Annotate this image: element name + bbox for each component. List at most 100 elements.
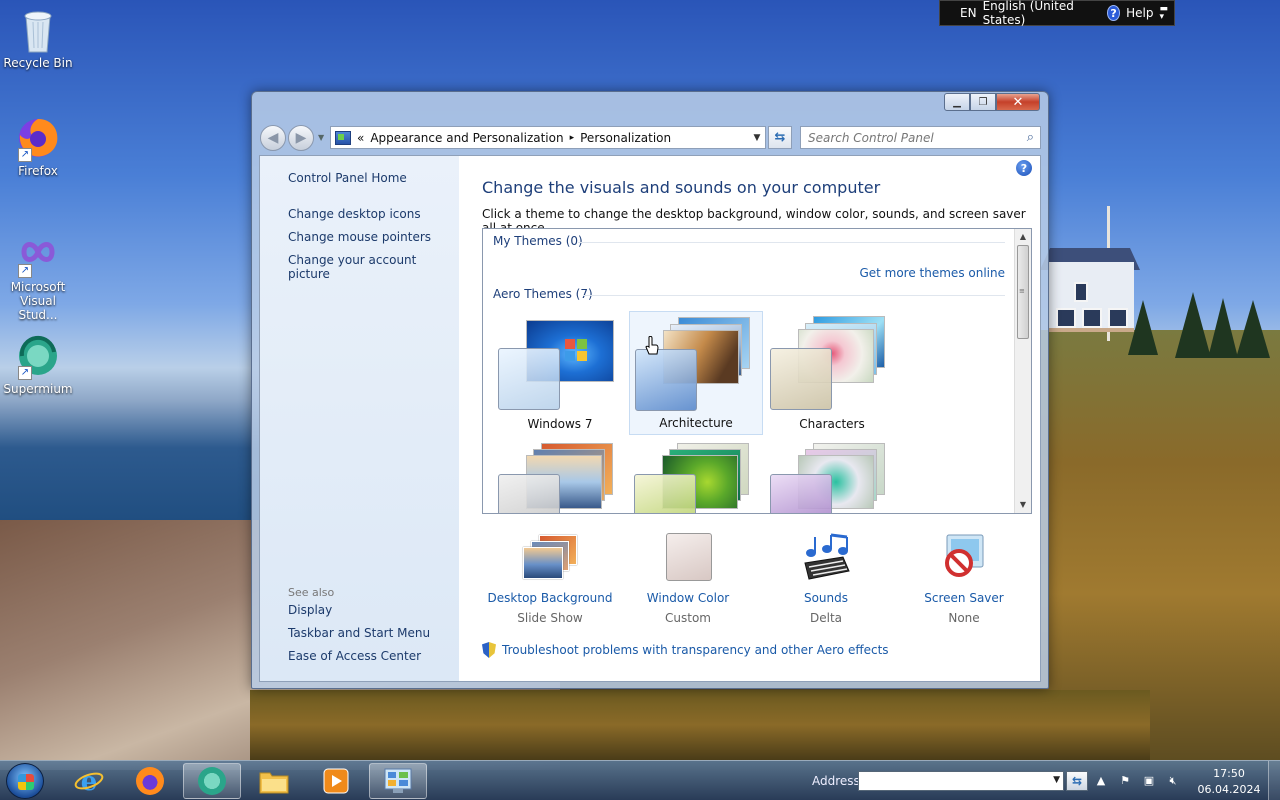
help-icon[interactable]: ? — [1016, 160, 1032, 176]
change-mouse-pointers-link[interactable]: Change mouse pointers — [288, 230, 431, 244]
recent-pages-dropdown[interactable]: ▼ — [318, 133, 324, 142]
theme-row2-item[interactable] — [629, 439, 763, 513]
themes-scrollbar[interactable]: ▲ ≡ ▼ — [1014, 229, 1031, 513]
desktop-icon-supermium[interactable]: ↗ Supermium — [0, 334, 76, 396]
taskbar-explorer[interactable] — [245, 763, 303, 799]
setting-title[interactable]: Screen Saver — [894, 591, 1034, 605]
breadcrumb-overflow[interactable]: « — [357, 131, 364, 145]
search-placeholder: Search Control Panel — [808, 130, 934, 145]
show-desktop-button[interactable] — [1268, 761, 1280, 800]
language-name[interactable]: English (United States) — [983, 0, 1093, 27]
desktop-wallpaper-tree — [1236, 300, 1270, 358]
language-bar-options-icon[interactable]: ▬ ▾ — [1159, 5, 1168, 22]
taskbar-address-go-button[interactable]: ⇆ — [1066, 771, 1088, 791]
desktop-wallpaper-grass — [250, 690, 1150, 760]
scroll-up-icon[interactable]: ▲ — [1015, 229, 1031, 245]
theme-color-preview — [770, 348, 832, 410]
theme-color-preview — [634, 474, 696, 513]
clock-time: 17:50 — [1213, 767, 1245, 780]
shortcut-arrow-icon: ↗ — [18, 148, 32, 162]
network-icon[interactable]: ▣ — [1142, 774, 1156, 788]
language-code[interactable]: EN — [960, 6, 977, 20]
setting-title[interactable]: Window Color — [618, 591, 758, 605]
screen-saver-setting[interactable]: Screen Saver None — [894, 533, 1034, 625]
ease-of-access-link[interactable]: Ease of Access Center — [288, 649, 421, 663]
minimize-button[interactable]: ▁ — [944, 93, 970, 111]
scroll-down-icon[interactable]: ▼ — [1015, 497, 1031, 513]
my-themes-group[interactable]: My Themes (0) — [493, 234, 583, 248]
control-panel-icon — [335, 130, 351, 145]
taskbar-firefox[interactable] — [121, 763, 179, 799]
get-more-themes-link[interactable]: Get more themes online — [859, 266, 1005, 280]
address-dropdown-icon[interactable]: ▼ — [749, 133, 765, 143]
theme-characters[interactable]: Characters — [765, 311, 899, 435]
desktop-background-setting[interactable]: Desktop Background Slide Show — [480, 533, 620, 625]
theme-windows-7[interactable]: Windows 7 — [493, 311, 627, 435]
change-desktop-icons-link[interactable]: Change desktop icons — [288, 207, 421, 221]
system-clock[interactable]: 17:50 06.04.2024 — [1194, 766, 1264, 798]
theme-row2-item[interactable] — [765, 439, 899, 513]
start-button[interactable] — [6, 763, 44, 799]
taskbar-address-label: Address — [812, 774, 860, 788]
change-account-picture-link[interactable]: Change your account picture — [288, 253, 459, 281]
search-icon[interactable]: ⌕ — [1027, 130, 1034, 145]
taskbar-start-menu-link[interactable]: Taskbar and Start Menu — [288, 626, 430, 640]
action-center-flag-icon[interactable]: ⚑ — [1118, 774, 1132, 788]
help-icon[interactable]: ? — [1106, 5, 1121, 21]
setting-value: None — [948, 611, 980, 625]
window-color-setting[interactable]: Window Color Custom — [618, 533, 758, 625]
show-hidden-icons-icon[interactable]: ▲ — [1094, 774, 1108, 788]
scrollbar-grip-icon: ≡ — [1019, 287, 1025, 295]
theme-color-preview — [635, 349, 697, 411]
troubleshoot-label[interactable]: Troubleshoot problems with transparency … — [502, 643, 889, 657]
desktop-wallpaper-house — [1048, 262, 1134, 332]
setting-title[interactable]: Sounds — [756, 591, 896, 605]
breadcrumb-appearance[interactable]: Appearance and Personalization — [370, 131, 563, 145]
theme-architecture[interactable]: Architecture — [629, 311, 763, 435]
sounds-setting[interactable]: Sounds Delta — [756, 533, 896, 625]
desktop-icon-label: Supermium — [3, 382, 73, 396]
theme-row2-item[interactable] — [493, 439, 627, 513]
close-button[interactable]: ✕ — [996, 93, 1040, 111]
address-bar[interactable]: « Appearance and Personalization ▸ Perso… — [330, 126, 766, 149]
maximize-button[interactable]: ❐ — [970, 93, 996, 111]
taskbar-address-input[interactable]: ▼ — [858, 771, 1064, 791]
back-button[interactable]: ◀ — [260, 125, 286, 151]
refresh-button[interactable]: ⇆ — [768, 126, 792, 149]
see-also-label: See also — [288, 586, 335, 599]
taskbar-control-panel[interactable] — [369, 763, 427, 799]
visual-studio-icon: ↗ — [16, 232, 60, 278]
desktop-icon-recycle-bin[interactable]: Recycle Bin — [0, 8, 76, 70]
window-content: Control Panel Home Change desktop icons … — [259, 155, 1041, 682]
volume-muted-icon[interactable]: 🔇︎ — [1166, 774, 1180, 788]
taskbar-internet-explorer[interactable]: e — [60, 763, 118, 799]
theme-color-preview — [770, 474, 832, 513]
page-title: Change the visuals and sounds on your co… — [482, 178, 881, 197]
desktop-icon-firefox[interactable]: ↗ Firefox — [0, 116, 76, 178]
firefox-icon — [136, 767, 164, 795]
breadcrumb-separator-icon[interactable]: ▸ — [570, 133, 575, 143]
left-pane: Control Panel Home Change desktop icons … — [260, 156, 459, 681]
control-panel-home-link[interactable]: Control Panel Home — [288, 171, 407, 185]
taskbar-supermium[interactable] — [183, 763, 241, 799]
themes-list: My Themes (0) Get more themes online Aer… — [482, 228, 1032, 514]
desktop-icon-visual-studio[interactable]: ↗ Microsoft Visual Stud... — [0, 232, 76, 322]
theme-name: Characters — [799, 417, 865, 431]
supermium-icon: ↗ — [16, 334, 60, 380]
hand-cursor-icon — [645, 336, 659, 355]
display-link[interactable]: Display — [288, 603, 332, 617]
search-input[interactable]: Search Control Panel ⌕ — [800, 126, 1041, 149]
troubleshoot-link[interactable]: Troubleshoot problems with transparency … — [482, 642, 889, 658]
setting-title[interactable]: Desktop Background — [480, 591, 620, 605]
recycle-bin-icon — [16, 8, 60, 53]
window-controls: ▁ ❐ ✕ — [944, 93, 1040, 111]
theme-name: Windows 7 — [527, 417, 593, 431]
chevron-down-icon[interactable]: ▼ — [1053, 775, 1060, 785]
language-bar[interactable]: EN English (United States) ? Help ▬ ▾ — [939, 0, 1175, 27]
taskbar-media-player[interactable] — [307, 763, 365, 799]
aero-themes-group[interactable]: Aero Themes (7) — [493, 287, 593, 301]
breadcrumb-personalization[interactable]: Personalization — [580, 131, 671, 145]
language-bar-help[interactable]: Help — [1126, 6, 1153, 20]
forward-button[interactable]: ▶ — [288, 125, 314, 151]
internet-explorer-icon: e — [74, 767, 104, 796]
